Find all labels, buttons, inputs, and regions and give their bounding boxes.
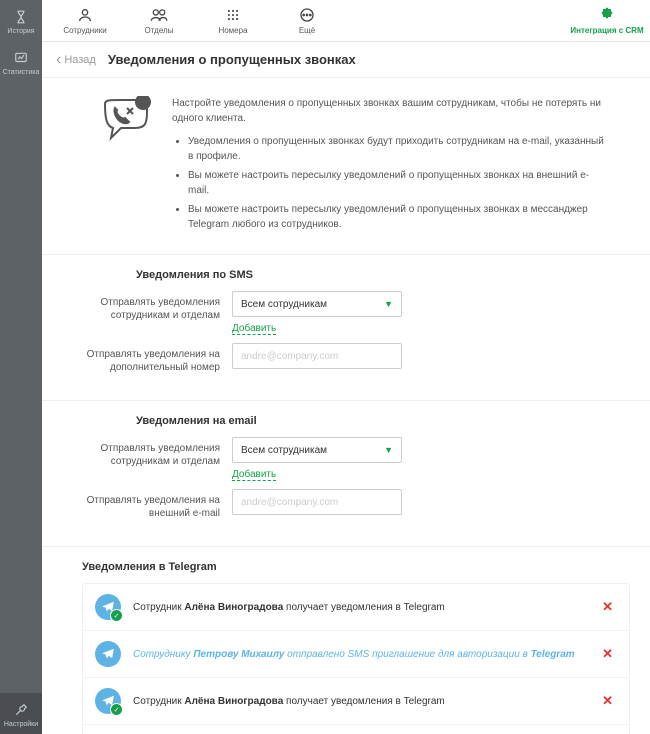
- tab-more[interactable]: Ещё: [270, 0, 344, 42]
- telegram-delete-button[interactable]: ✕: [598, 693, 617, 709]
- telegram-title: Уведомления в Telegram: [82, 561, 630, 573]
- telegram-icon: [95, 688, 121, 714]
- telegram-icon: [95, 594, 121, 620]
- left-stats-label: Статистика: [0, 69, 42, 76]
- left-settings[interactable]: Настройки: [0, 693, 42, 734]
- tab-departments[interactable]: Отделы: [122, 0, 196, 42]
- puzzle-icon: [599, 6, 615, 24]
- email-title: Уведомления на email: [82, 415, 610, 427]
- left-stats[interactable]: Статистика: [0, 41, 42, 82]
- tab-numbers[interactable]: Номера: [196, 0, 270, 42]
- back-link[interactable]: Назад: [56, 54, 96, 66]
- tab-employees-label: Сотрудники: [63, 26, 106, 35]
- left-history-label: История: [0, 28, 42, 35]
- intro-bullet: Уведомления о пропущенных звонках будут …: [188, 134, 610, 164]
- telegram-icon: [95, 641, 121, 667]
- more-icon: [299, 6, 315, 24]
- tab-crm-label: Интеграция с CRM: [570, 26, 643, 35]
- people-icon: [150, 6, 168, 24]
- intro-lead: Настройте уведомления о пропущенных звон…: [172, 96, 610, 126]
- email-extra-label: Отправлять уведомления на внешний e-mail: [82, 489, 232, 520]
- telegram-item: Сотруднику Петрову Михаилу отправлено SM…: [83, 725, 629, 734]
- left-history[interactable]: История: [0, 0, 42, 41]
- email-targets-value: Всем сотрудникам: [241, 445, 327, 456]
- telegram-item: Сотрудник Алёна Виноградова получает уве…: [83, 678, 629, 725]
- wrench-icon: [0, 701, 42, 719]
- telegram-item: Сотруднику Петрову Михаилу отправлено SM…: [83, 631, 629, 678]
- sms-title: Уведомления по SMS: [82, 269, 610, 281]
- chevron-down-icon: ▼: [384, 299, 393, 309]
- email-targets-select[interactable]: Всем сотрудникам ▼: [232, 437, 402, 463]
- sms-add-link[interactable]: Добавить: [232, 323, 276, 335]
- person-icon: [77, 6, 93, 24]
- telegram-delete-button[interactable]: ✕: [598, 599, 617, 615]
- tab-numbers-label: Номера: [218, 26, 247, 35]
- intro-bullet: Вы можете настроить пересылку уведомлени…: [188, 168, 610, 198]
- intro-bullet: Вы можете настроить пересылку уведомлени…: [188, 202, 610, 232]
- sms-targets-select[interactable]: Всем сотрудникам ▼: [232, 291, 402, 317]
- left-settings-label: Настройки: [0, 721, 42, 728]
- tab-crm[interactable]: Интеграция с CRM: [570, 0, 644, 42]
- hourglass-icon: [0, 8, 42, 26]
- telegram-item-text: Сотруднику Петрову Михаилу отправлено SM…: [133, 649, 598, 660]
- dialpad-icon: [226, 6, 240, 24]
- email-add-link[interactable]: Добавить: [232, 469, 276, 481]
- page-title: Уведомления о пропущенных звонках: [108, 52, 356, 67]
- telegram-item: Сотрудник Алёна Виноградова получает уве…: [83, 584, 629, 631]
- email-extra-input[interactable]: andre@company.com: [232, 489, 402, 515]
- tab-employees[interactable]: Сотрудники: [48, 0, 122, 42]
- tab-departments-label: Отделы: [145, 26, 174, 35]
- chevron-down-icon: ▼: [384, 445, 393, 455]
- telegram-delete-button[interactable]: ✕: [598, 646, 617, 662]
- svg-text:3: 3: [141, 98, 146, 107]
- sms-extra-label: Отправлять уведомления на дополнительный…: [82, 343, 232, 374]
- sms-targets-label: Отправлять уведомления сотрудникам и отд…: [82, 291, 232, 335]
- sms-targets-value: Всем сотрудникам: [241, 299, 327, 310]
- telegram-item-text: Сотрудник Алёна Виноградова получает уве…: [133, 602, 598, 613]
- telegram-item-text: Сотрудник Алёна Виноградова получает уве…: [133, 696, 598, 707]
- chart-icon: [0, 49, 42, 67]
- missed-call-icon: 3: [82, 96, 172, 236]
- tab-more-label: Ещё: [299, 26, 315, 35]
- email-targets-label: Отправлять уведомления сотрудникам и отд…: [82, 437, 232, 481]
- sms-extra-input[interactable]: andre@company.com: [232, 343, 402, 369]
